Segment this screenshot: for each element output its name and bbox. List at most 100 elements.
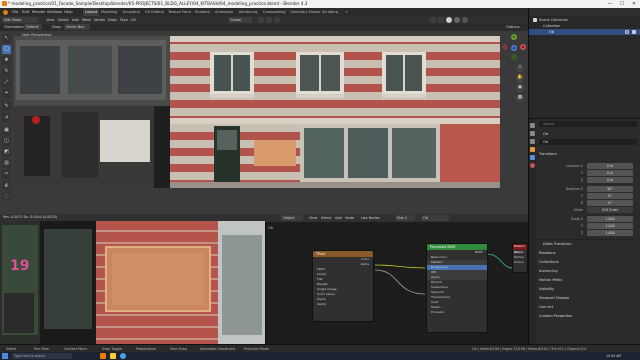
menu-face[interactable]: Face xyxy=(120,17,128,23)
principled-bsdf-node[interactable]: Principled BSDF BSDF Base Color Metallic… xyxy=(426,243,488,333)
location-z-field[interactable]: 0 m xyxy=(587,177,633,183)
tab-rendering[interactable]: Rendering xyxy=(237,8,259,16)
tab-sculpting[interactable]: Sculpting xyxy=(121,8,142,16)
modifier-tab-icon[interactable] xyxy=(530,155,535,160)
gizmo-x-axis[interactable]: X xyxy=(520,44,526,50)
menu-select[interactable]: Select xyxy=(58,17,69,23)
render-shading-icon[interactable] xyxy=(462,17,468,23)
tab-texture-paint[interactable]: Texture Paint xyxy=(166,8,193,16)
annotate-icon[interactable]: ✎ xyxy=(2,102,11,111)
tab-shading[interactable]: Shading xyxy=(193,8,212,16)
proportional-edit-icon[interactable] xyxy=(274,17,280,23)
rotation-z-field[interactable]: 0° xyxy=(587,200,633,206)
delta-transform-panel[interactable]: Delta Transform xyxy=(543,241,572,248)
outliner-row-object[interactable]: Ob xyxy=(549,29,554,35)
knife-icon[interactable]: ✂ xyxy=(2,170,11,179)
motion-paths-panel[interactable]: Motion Paths xyxy=(539,277,562,284)
menu-edit[interactable]: Edit xyxy=(22,8,29,16)
spin-icon[interactable]: ◌ xyxy=(2,192,11,201)
tab-scripting[interactable]: Scripting xyxy=(320,8,340,16)
move-icon[interactable]: ✥ xyxy=(2,56,11,65)
material-shading-icon[interactable] xyxy=(454,17,460,23)
camera-icon[interactable]: ◉ xyxy=(516,84,524,92)
loopcut-icon[interactable]: ▥ xyxy=(2,159,11,168)
material-selector[interactable]: Ob xyxy=(421,215,449,221)
solid-shading-icon[interactable] xyxy=(446,17,452,23)
object-tab-icon[interactable] xyxy=(530,147,535,152)
relations-panel[interactable]: Relations xyxy=(539,250,556,257)
image-texture-node[interactable]: TP.bd Color Alpha TP.bd Linear Flat Repe… xyxy=(312,250,374,322)
menu-view[interactable]: View xyxy=(46,17,54,23)
menu-mesh[interactable]: Mesh xyxy=(82,17,91,23)
close-button[interactable]: ✕ xyxy=(628,0,640,8)
bevel-icon[interactable]: ◩ xyxy=(2,148,11,157)
pivot-icon[interactable] xyxy=(258,17,264,23)
line-art-panel[interactable]: Line Art xyxy=(539,304,553,311)
cursor-icon[interactable]: ↖ xyxy=(2,34,11,43)
rotation-y-field[interactable]: 0° xyxy=(587,193,633,199)
gizmo-neg-y-axis[interactable] xyxy=(511,54,517,60)
rotate-icon[interactable]: ↻ xyxy=(2,67,11,76)
menu-window[interactable]: Window xyxy=(47,8,62,16)
tool-tab-icon[interactable] xyxy=(530,123,535,128)
scale-icon[interactable]: ⤢ xyxy=(2,78,11,87)
custom-properties-panel[interactable]: Custom Properties xyxy=(539,313,572,320)
maximize-button[interactable]: ☐ xyxy=(616,0,628,8)
camera-render-icon[interactable] xyxy=(632,30,636,34)
node-menu-add[interactable]: Add xyxy=(335,215,342,221)
rotation-x-field[interactable]: 90° xyxy=(587,186,633,192)
material-output-node[interactable]: Material Output All Surface Volume xyxy=(512,243,528,273)
grid-icon[interactable]: ▦ xyxy=(516,94,524,102)
material-tab-icon[interactable] xyxy=(530,163,535,168)
transform-orientation-selector[interactable]: Global xyxy=(228,17,252,23)
node-menu-node[interactable]: Node xyxy=(345,215,354,221)
transform-icon[interactable]: ⌖ xyxy=(2,89,11,98)
menu-vertex[interactable]: Vertex xyxy=(94,17,105,23)
gizmo-neg-x-axis[interactable] xyxy=(502,44,508,50)
node-menu-view[interactable]: View xyxy=(309,215,317,221)
menu-help[interactable]: Help xyxy=(64,8,73,16)
measure-icon[interactable]: ⊿ xyxy=(2,113,11,122)
extrude-icon[interactable]: ▣ xyxy=(2,126,11,135)
tab-geometry-nodes[interactable]: Geometry Nodes xyxy=(288,8,322,16)
scale-z-field[interactable]: 1.000 xyxy=(587,230,633,236)
options-menu[interactable]: Options xyxy=(506,24,520,30)
location-y-field[interactable]: 0 m xyxy=(587,170,633,176)
collections-panel[interactable]: Collections xyxy=(539,259,559,266)
folder-icon[interactable] xyxy=(110,353,116,359)
location-x-field[interactable]: 0 m xyxy=(587,163,633,169)
node-menu-select[interactable]: Select xyxy=(321,215,332,221)
tab-compositing[interactable]: Compositing xyxy=(261,8,288,16)
visibility-panel[interactable]: Visibility xyxy=(539,286,554,293)
bsdf-emission[interactable]: Emission xyxy=(427,310,487,315)
scale-x-field[interactable]: 1.000 xyxy=(587,216,633,222)
polybuild-icon[interactable]: ◭ xyxy=(2,181,11,190)
tab-modeling[interactable]: Modeling xyxy=(99,8,119,16)
transform-panel-header[interactable]: Transform xyxy=(539,151,557,158)
minimize-button[interactable]: — xyxy=(604,0,616,8)
menu-add[interactable]: Add xyxy=(72,17,79,23)
menu-uv[interactable]: UV xyxy=(131,17,136,23)
start-icon[interactable] xyxy=(2,353,8,359)
blender-taskbar-icon[interactable] xyxy=(100,353,106,359)
tab-animation[interactable]: Animation xyxy=(213,8,235,16)
xray-icon[interactable] xyxy=(438,17,444,23)
drag-selector[interactable]: Select Box xyxy=(64,24,90,30)
gizmo-y-axis[interactable]: Y xyxy=(511,34,517,40)
tab-uv-editing[interactable]: UV Editing xyxy=(143,8,166,16)
zoom-icon[interactable]: ⌕ xyxy=(516,64,524,72)
mode-selector[interactable]: Edit Mode xyxy=(2,17,38,23)
snap-icon[interactable] xyxy=(266,17,272,23)
outliner-row-selected[interactable] xyxy=(529,29,640,35)
viewport-display-panel[interactable]: Viewport Display xyxy=(539,295,569,302)
overlays-icon[interactable] xyxy=(430,17,436,23)
navigation-gizmo[interactable]: Y X Z xyxy=(500,34,528,62)
rotation-mode-selector[interactable]: XYZ Euler xyxy=(587,207,633,213)
inset-icon[interactable]: ◫ xyxy=(2,137,11,146)
select-box-icon[interactable]: ▢ xyxy=(2,45,11,54)
menu-edge[interactable]: Edge xyxy=(108,17,117,23)
material-slot-selector[interactable]: Slot 1 xyxy=(395,215,415,221)
pan-hand-icon[interactable]: ✋ xyxy=(516,74,524,82)
menu-file[interactable]: File xyxy=(12,8,18,16)
menu-render[interactable]: Render xyxy=(32,8,46,16)
